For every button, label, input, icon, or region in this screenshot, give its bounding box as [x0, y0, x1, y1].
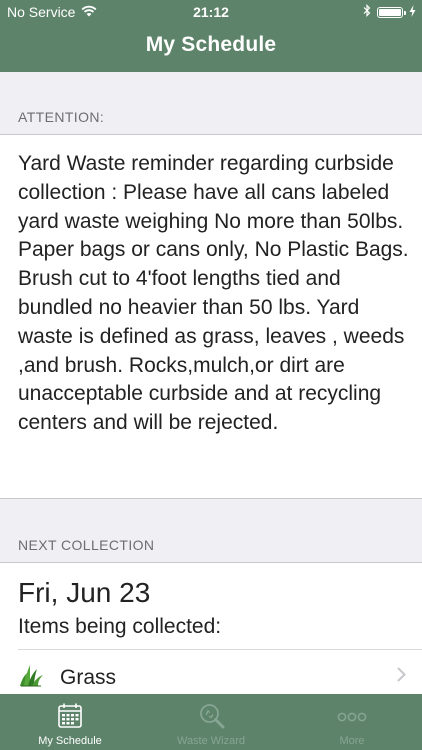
attention-section-header: ATTENTION: [0, 72, 422, 134]
battery-icon [377, 6, 406, 18]
tab-more[interactable]: More [282, 694, 422, 750]
attention-label: ATTENTION: [18, 109, 105, 125]
status-time: 21:12 [193, 4, 229, 20]
charging-bolt-icon [409, 4, 416, 20]
next-collection-card: Fri, Jun 23 Items being collected: Grass [0, 562, 422, 712]
tab-waste-wizard[interactable]: Waste Wizard [141, 694, 281, 750]
next-collection-section-header: NEXT COLLECTION [0, 499, 422, 562]
items-collected-label: Items being collected: [18, 615, 222, 638]
row-divider [18, 649, 422, 650]
magnifier-recycle-icon [199, 703, 225, 734]
calendar-icon [58, 703, 82, 734]
tab-label-waste-wizard: Waste Wizard [176, 735, 246, 747]
attention-message: Yard Waste reminder regarding curbside c… [18, 152, 409, 435]
grass-icon [18, 663, 44, 692]
attention-card: Yard Waste reminder regarding curbside c… [0, 134, 422, 499]
chevron-right-icon [397, 667, 406, 687]
tab-bar: My Schedule Waste Wizard More [0, 694, 422, 750]
next-collection-label: NEXT COLLECTION [18, 537, 155, 553]
nav-header: No Service 21:12 My Schedule [0, 0, 422, 72]
status-right [363, 4, 416, 20]
bluetooth-icon [363, 4, 371, 20]
page-title: My Schedule [145, 33, 277, 56]
more-dots-icon [337, 709, 367, 727]
tab-label-my-schedule: My Schedule [38, 735, 102, 747]
status-bar: No Service 21:12 [0, 0, 422, 24]
tab-my-schedule[interactable]: My Schedule [0, 694, 140, 750]
tab-label-more: More [339, 735, 365, 747]
battery-cap [404, 10, 406, 15]
collection-item-label: Grass [60, 666, 117, 689]
battery-level [379, 8, 401, 16]
collection-date: Fri, Jun 23 [18, 577, 151, 608]
